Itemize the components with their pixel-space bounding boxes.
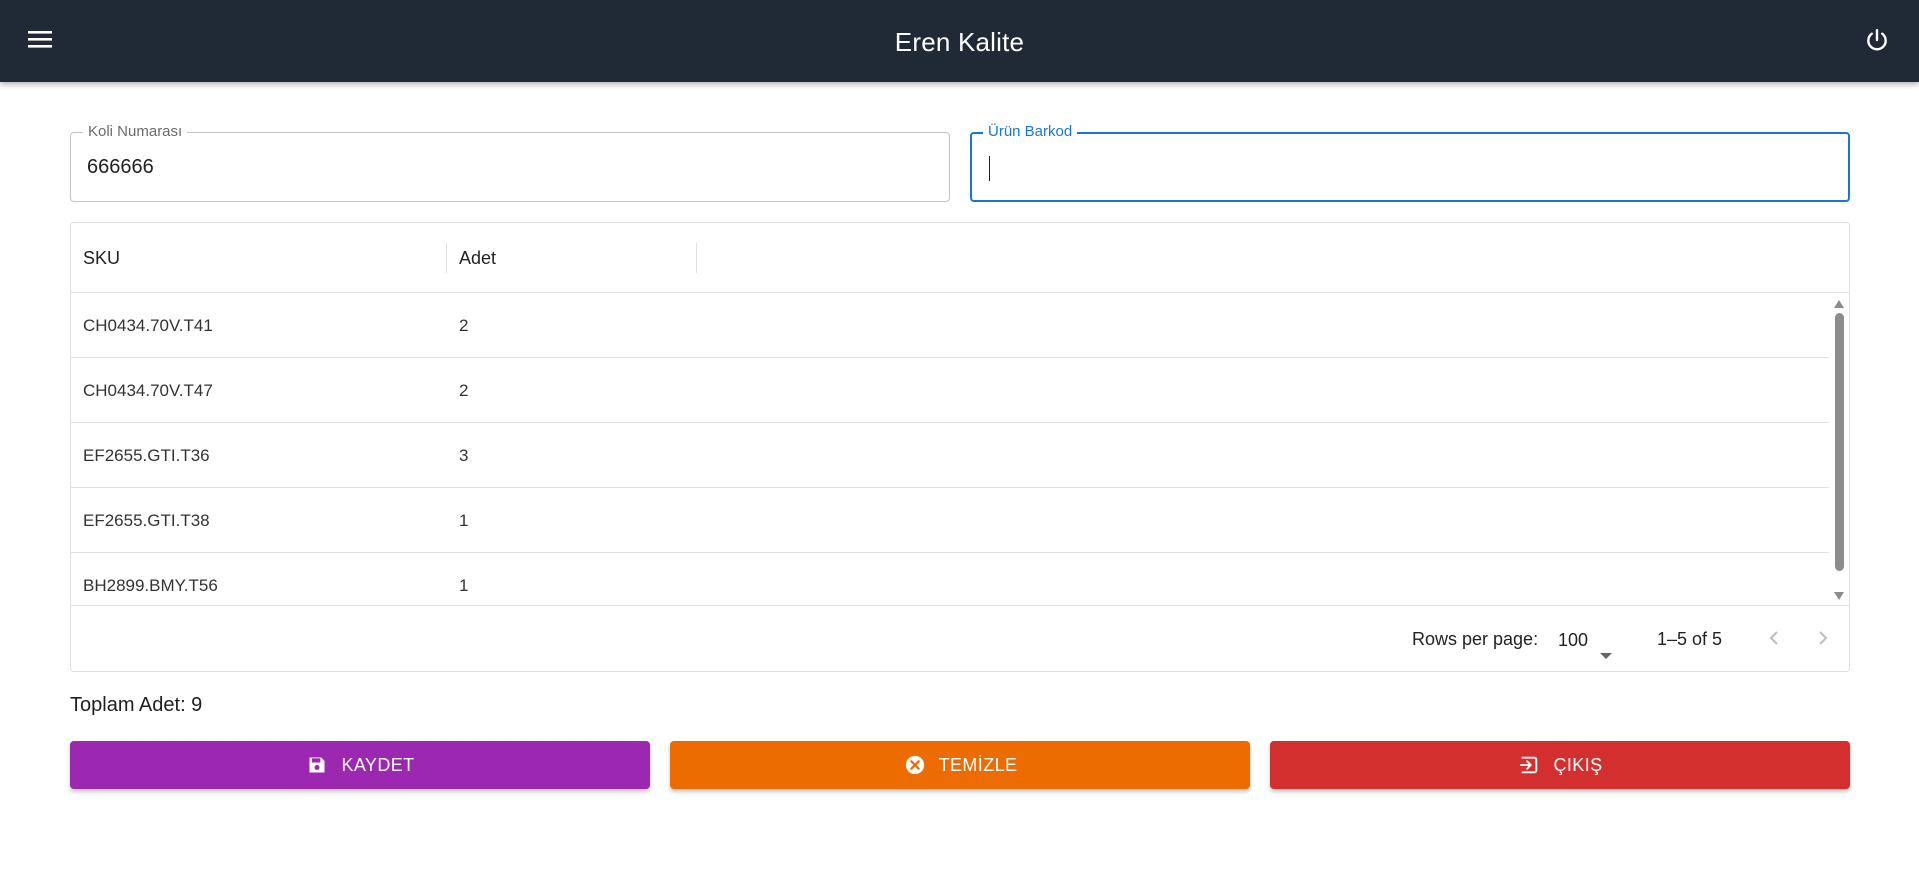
total-count: Toplam Adet: 9 (70, 694, 203, 716)
save-button[interactable]: KAYDET (70, 741, 650, 789)
scroll-up-arrow-icon[interactable] (1833, 299, 1845, 309)
table-body: CH0434.70V.T41 2 CH0434.70V.T47 2 EF2655… (71, 293, 1849, 604)
column-separator[interactable] (696, 243, 697, 273)
chevron-right-icon (1818, 630, 1828, 651)
page-range-text: 1–5 of 5 (1657, 629, 1723, 649)
chevron-down-icon (1600, 637, 1613, 669)
koli-numarasi-field: Koli Numarası (70, 124, 950, 202)
koli-numarasi-label: Koli Numarası (83, 124, 188, 140)
table-pagination: Rows per page: 100 1–5 of 5 (71, 605, 1849, 671)
urun-barkod-input[interactable] (988, 152, 1832, 184)
menu-button[interactable] (24, 26, 56, 56)
cell-sku: EF2655.GTI.T36 (83, 446, 210, 465)
app-title: Eren Kalite (894, 27, 1025, 57)
table-row[interactable]: EF2655.GTI.T38 1 (71, 488, 1829, 553)
menu-icon (28, 29, 52, 54)
column-header-sku[interactable]: SKU (83, 223, 120, 293)
urun-barkod-field: Ürün Barkod (970, 124, 1850, 202)
cell-sku: CH0434.70V.T41 (83, 316, 213, 335)
cell-sku: EF2655.GTI.T38 (83, 511, 210, 530)
save-button-label: KAYDET (341, 754, 415, 775)
power-button[interactable] (1861, 26, 1893, 58)
table-row[interactable]: BH2899.BMY.T56 1 (71, 553, 1829, 604)
rows-per-page-label: Rows per page: (1412, 629, 1539, 649)
rows-per-page-select[interactable]: 100 (1558, 624, 1613, 659)
clear-button-label: TEMİZLE (938, 754, 1018, 775)
cancel-icon (903, 753, 927, 777)
urun-barkod-label: Ürün Barkod (983, 124, 1078, 140)
next-page-button[interactable] (1809, 626, 1837, 654)
table-header: SKU Adet (71, 223, 1849, 293)
previous-page-button[interactable] (1760, 626, 1788, 654)
items-table: SKU Adet CH0434.70V.T41 2 CH0434.70V.T47… (70, 222, 1850, 672)
table-row[interactable]: CH0434.70V.T47 2 (71, 358, 1829, 423)
cell-sku: BH2899.BMY.T56 (83, 576, 218, 595)
text-caret (989, 156, 990, 181)
scrollbar-thumb[interactable] (1835, 313, 1844, 571)
column-separator[interactable] (446, 243, 447, 273)
koli-numarasi-input[interactable] (87, 151, 933, 183)
exit-button[interactable]: ÇIKIŞ (1270, 741, 1850, 789)
clear-button[interactable]: TEMİZLE (670, 741, 1250, 789)
app-bar: Eren Kalite (0, 0, 1919, 82)
exit-button-label: ÇIKIŞ (1553, 754, 1603, 775)
cell-adet: 1 (459, 576, 469, 595)
column-header-adet[interactable]: Adet (459, 223, 496, 293)
chevron-left-icon (1769, 630, 1779, 651)
cell-adet: 3 (459, 446, 469, 465)
cell-sku: CH0434.70V.T47 (83, 381, 213, 400)
cell-adet: 1 (459, 511, 469, 530)
cell-adet: 2 (459, 381, 469, 400)
scroll-down-arrow-icon[interactable] (1833, 591, 1845, 601)
table-row[interactable]: EF2655.GTI.T36 3 (71, 423, 1829, 488)
power-icon (1864, 27, 1890, 58)
save-icon (305, 753, 329, 777)
table-row[interactable]: CH0434.70V.T41 2 (71, 293, 1829, 358)
cell-adet: 2 (459, 316, 469, 335)
exit-icon (1517, 753, 1541, 777)
vertical-scrollbar[interactable] (1833, 299, 1845, 601)
rows-per-page-value: 100 (1558, 630, 1589, 650)
